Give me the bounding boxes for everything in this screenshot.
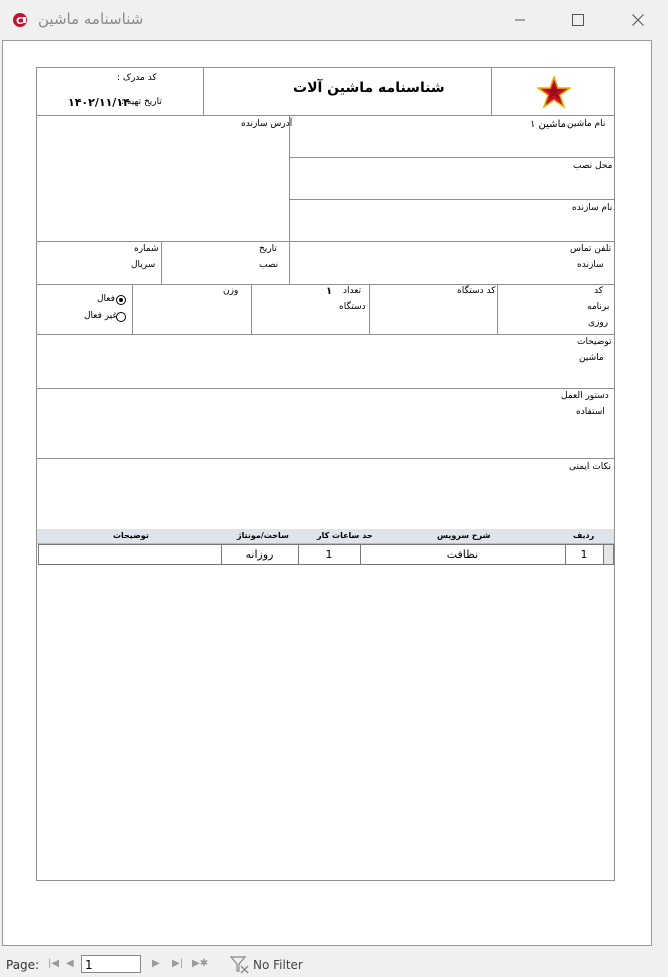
col-header-hours: حد ساعات کار [317, 531, 373, 540]
filter-toggle[interactable]: No Filter [230, 956, 330, 974]
device-count-value: ۱ [326, 286, 333, 297]
install-place-label: محل نصب [573, 161, 613, 171]
inactive-radio[interactable] [116, 312, 126, 322]
cell-hours: 1 [297, 544, 361, 565]
title-bar: C شناسنامه ماشین [0, 0, 668, 40]
col-header-index: ردیف [573, 531, 595, 540]
program-code-label-2: برنامه [587, 302, 610, 312]
col-header-description: شرح سرویس [437, 531, 491, 540]
report-title: شناسنامه ماشین آلات [293, 80, 445, 96]
prev-page-button[interactable]: ◀ [66, 958, 74, 969]
active-label: فعال [97, 294, 115, 304]
col-header-build: ساخت/مونتاژ [237, 531, 289, 540]
instructions-label: دستور العمل [561, 391, 609, 401]
report-body: کد مدرک : تاریخ تهیه : ۱۴۰۲/۱۱/۱۴ شناسنا… [36, 67, 615, 881]
machine-name-value: ماشین ۱ [530, 119, 566, 130]
device-count-label: تعداد [343, 286, 362, 296]
maker-phone-label-2: سازنده [577, 260, 604, 270]
machine-desc-label-2: ماشین [579, 353, 604, 363]
page-number-input[interactable]: 1 [81, 955, 141, 973]
instructions-label-2: استفاده [576, 407, 605, 417]
program-code-label-3: روزی [588, 318, 609, 328]
maker-phone-label: تلفن تماس [570, 244, 612, 254]
device-count-label-2: دستگاه [339, 302, 366, 312]
machine-desc-label: توضیحات [577, 337, 612, 347]
maker-address-label: آدرس سازنده [241, 119, 293, 129]
program-code-label: کد [594, 286, 604, 296]
svg-text:C: C [16, 16, 23, 27]
prep-date-value: ۱۴۰۲/۱۱/۱۴ [68, 96, 130, 109]
services-grid-header: ردیف شرح سرویس حد ساعات کار ساخت/مونتاژ … [37, 529, 614, 544]
inactive-label: غیر فعال [84, 311, 118, 321]
new-record-button[interactable]: ▶✱ [192, 958, 208, 969]
weight-label: وزن [223, 286, 239, 296]
cell-build: روزانه [220, 544, 299, 565]
doc-code-label: کد مدرک : [117, 73, 157, 83]
access-app-icon: C [13, 13, 27, 27]
safety-notes-label: نکات ایمنی [569, 462, 611, 472]
minimize-button[interactable] [504, 8, 536, 32]
active-radio[interactable] [116, 295, 126, 305]
close-button[interactable] [622, 8, 654, 32]
cell-notes [38, 544, 222, 565]
col-header-notes: توضیحات [113, 531, 149, 540]
funnel-icon [230, 956, 249, 974]
maker-name-label: نام سازنده [572, 203, 613, 213]
install-date-label: تاریخ [259, 244, 277, 254]
report-page: کد مدرک : تاریخ تهیه : ۱۴۰۲/۱۱/۱۴ شناسنا… [19, 51, 638, 941]
last-page-button[interactable]: ▶| [172, 958, 183, 969]
machine-name-label: نام ماشین [567, 119, 606, 129]
record-navigation-bar: Page: |◀ ◀ 1 ▶ ▶| ▶✱ No Filter [0, 953, 668, 977]
company-logo-star-icon [537, 76, 571, 109]
maximize-button[interactable] [562, 8, 594, 32]
first-page-button[interactable]: |◀ [48, 958, 59, 969]
install-date-label-2: نصب [259, 260, 279, 270]
cell-description: نظافت [359, 544, 566, 565]
serial-label-2: سریال [131, 260, 156, 270]
window-title: شناسنامه ماشین [38, 10, 144, 28]
next-page-button[interactable]: ▶ [152, 958, 160, 969]
page-label: Page: [6, 958, 40, 972]
serial-label: شماره [134, 244, 159, 254]
device-code-label: کد دستگاه [457, 286, 496, 296]
report-preview-frame: کد مدرک : تاریخ تهیه : ۱۴۰۲/۱۱/۱۴ شناسنا… [2, 40, 652, 946]
cell-index: 1 [564, 544, 604, 565]
filter-label: No Filter [253, 958, 303, 972]
